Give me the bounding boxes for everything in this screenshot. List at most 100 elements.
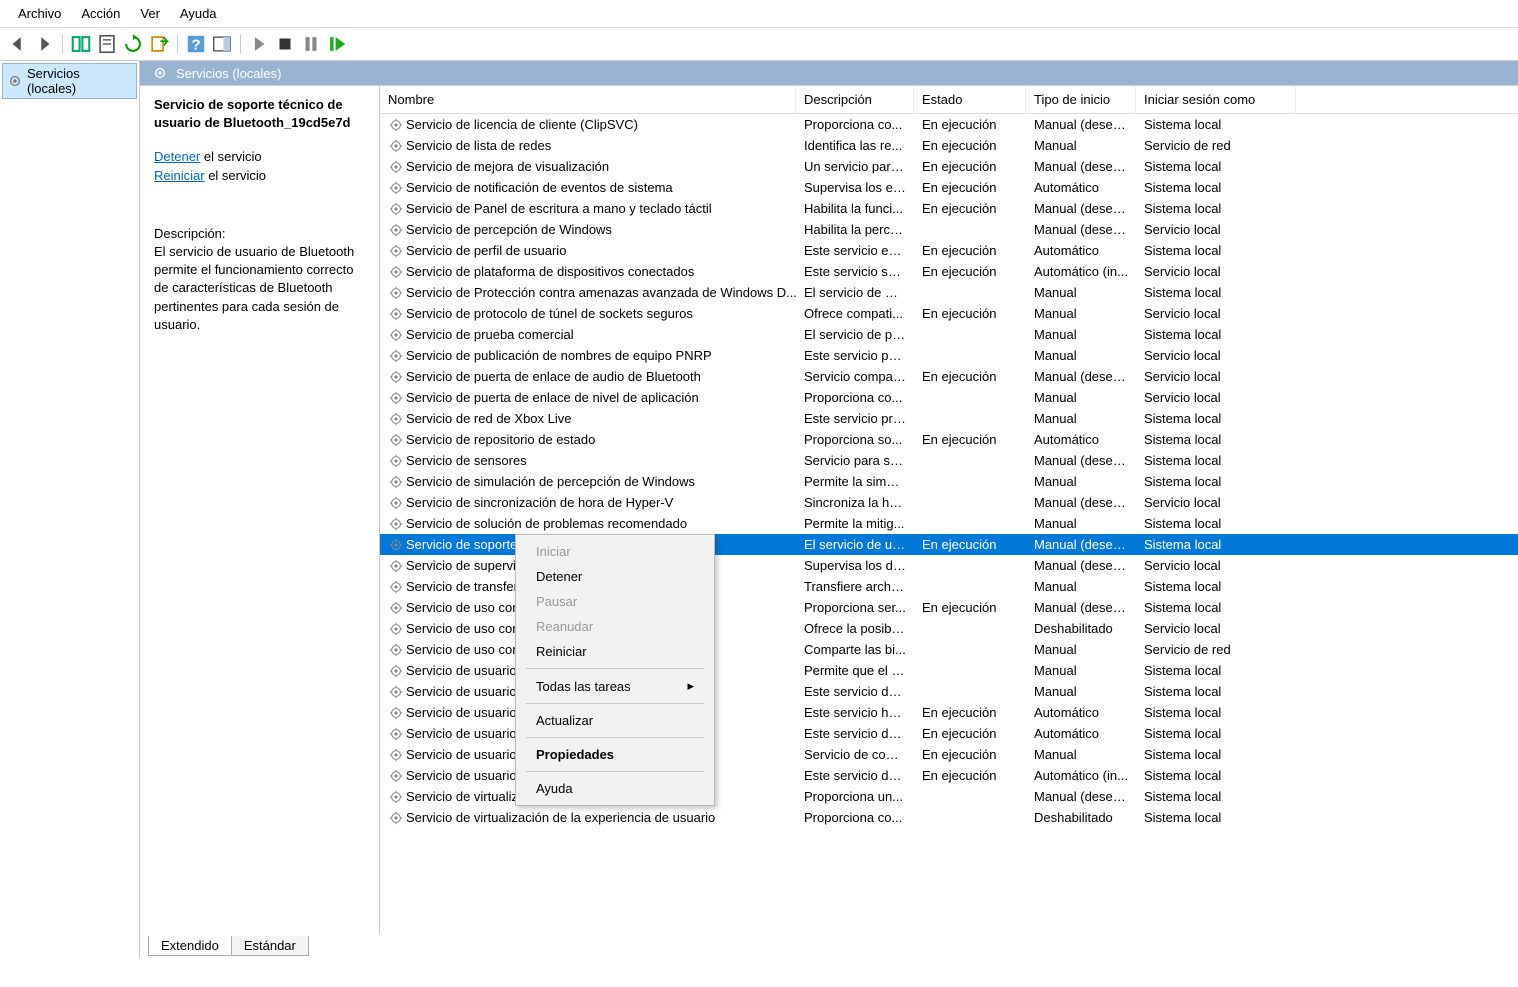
table-row[interactable]: Servicio de protocolo de túnel de socket… bbox=[380, 303, 1518, 324]
table-row[interactable]: Servicio de puerta de enlace de audio de… bbox=[380, 366, 1518, 387]
ctx-restart[interactable]: Reiniciar bbox=[516, 639, 714, 664]
help-button[interactable]: ? bbox=[184, 32, 208, 56]
menu-bar: Archivo Acción Ver Ayuda bbox=[0, 0, 1518, 28]
ctx-separator bbox=[526, 703, 704, 704]
service-icon bbox=[388, 726, 404, 742]
table-row[interactable]: Servicio de licencia de cliente (ClipSVC… bbox=[380, 114, 1518, 135]
ctx-help[interactable]: Ayuda bbox=[516, 776, 714, 801]
cell-logon: Sistema local bbox=[1136, 410, 1296, 427]
table-row[interactable]: Servicio de plataforma de dispositivos c… bbox=[380, 261, 1518, 282]
col-name[interactable]: Nombre bbox=[380, 86, 796, 113]
table-row[interactable]: Servicio de prueba comercialEl servicio … bbox=[380, 324, 1518, 345]
table-row[interactable]: Servicio de mejora de visualizaciónUn se… bbox=[380, 156, 1518, 177]
export-button[interactable] bbox=[147, 32, 171, 56]
service-icon bbox=[388, 600, 404, 616]
col-logon[interactable]: Iniciar sesión como bbox=[1136, 86, 1296, 113]
cell-startup: Manual (desen... bbox=[1026, 221, 1136, 238]
nav-services-local[interactable]: Servicios (locales) bbox=[2, 63, 137, 99]
col-status[interactable]: Estado bbox=[914, 86, 1026, 113]
services-grid[interactable]: Nombre Descripción Estado Tipo de inicio… bbox=[380, 86, 1518, 934]
table-row[interactable]: Servicio de perfil de usuarioEste servic… bbox=[380, 240, 1518, 261]
separator bbox=[240, 34, 241, 54]
cell-logon: Sistema local bbox=[1136, 242, 1296, 259]
menu-help[interactable]: Ayuda bbox=[170, 4, 227, 23]
back-button[interactable] bbox=[6, 32, 30, 56]
service-icon bbox=[388, 285, 404, 301]
table-row[interactable]: Servicio de sensoresServicio para se...M… bbox=[380, 450, 1518, 471]
service-icon bbox=[388, 180, 404, 196]
table-row[interactable]: Servicio de virtualización de la experie… bbox=[380, 807, 1518, 828]
cell-logon: Sistema local bbox=[1136, 809, 1296, 826]
table-row[interactable]: Servicio de simulación de percepción de … bbox=[380, 471, 1518, 492]
cell-logon: Sistema local bbox=[1136, 473, 1296, 490]
table-row[interactable]: Servicio de Panel de escritura a mano y … bbox=[380, 198, 1518, 219]
col-desc[interactable]: Descripción bbox=[796, 86, 914, 113]
menu-action[interactable]: Acción bbox=[71, 4, 130, 23]
menu-file[interactable]: Archivo bbox=[8, 4, 71, 23]
show-action-pane-button[interactable] bbox=[210, 32, 234, 56]
cell-startup: Automático bbox=[1026, 725, 1136, 742]
cell-name: Servicio de usuario bbox=[406, 768, 517, 783]
cell-status: En ejecución bbox=[914, 179, 1026, 196]
cell-logon: Sistema local bbox=[1136, 599, 1296, 616]
cell-desc: Este servicio pre... bbox=[796, 410, 914, 427]
detail-restart-link[interactable]: Reiniciar bbox=[154, 168, 205, 183]
table-row[interactable]: Servicio de sincronización de hora de Hy… bbox=[380, 492, 1518, 513]
show-hide-tree-button[interactable] bbox=[69, 32, 93, 56]
cell-startup: Automático bbox=[1026, 704, 1136, 721]
ctx-pause[interactable]: Pausar bbox=[516, 589, 714, 614]
cell-name: Servicio de red de Xbox Live bbox=[406, 411, 571, 426]
cell-desc: Permite que el s... bbox=[796, 662, 914, 679]
table-row[interactable]: Servicio de publicación de nombres de eq… bbox=[380, 345, 1518, 366]
restart-service-button[interactable] bbox=[325, 32, 349, 56]
detail-stop-link[interactable]: Detener bbox=[154, 149, 200, 164]
cell-status: En ejecución bbox=[914, 368, 1026, 385]
ctx-separator bbox=[526, 771, 704, 772]
cell-logon: Sistema local bbox=[1136, 725, 1296, 742]
cell-startup: Manual bbox=[1026, 347, 1136, 364]
cell-logon: Sistema local bbox=[1136, 179, 1296, 196]
cell-name: Servicio de usuario bbox=[406, 747, 517, 762]
tab-extended[interactable]: Extendido bbox=[148, 936, 232, 956]
table-row[interactable]: Servicio de notificación de eventos de s… bbox=[380, 177, 1518, 198]
stop-service-button[interactable] bbox=[273, 32, 297, 56]
cell-status: En ejecución bbox=[914, 116, 1026, 133]
cell-desc: Un servicio para... bbox=[796, 158, 914, 175]
table-row[interactable]: Servicio de red de Xbox Live Este servici… bbox=[380, 408, 1518, 429]
context-menu: Iniciar Detener Pausar Reanudar Reinicia… bbox=[515, 534, 715, 806]
refresh-button[interactable] bbox=[121, 32, 145, 56]
pause-service-button[interactable] bbox=[299, 32, 323, 56]
cell-name: Servicio de protocolo de túnel de socket… bbox=[406, 306, 693, 321]
table-row[interactable]: Servicio de percepción de WindowsHabilit… bbox=[380, 219, 1518, 240]
table-row[interactable]: Servicio de puerta de enlace de nivel de… bbox=[380, 387, 1518, 408]
cell-logon: Servicio local bbox=[1136, 221, 1296, 238]
cell-startup: Automático (in... bbox=[1026, 767, 1136, 784]
properties-button[interactable] bbox=[95, 32, 119, 56]
cell-name: Servicio de supervis bbox=[406, 558, 522, 573]
table-row[interactable]: Servicio de repositorio de estadoProporc… bbox=[380, 429, 1518, 450]
ctx-start[interactable]: Iniciar bbox=[516, 539, 714, 564]
cell-startup: Manual bbox=[1026, 641, 1136, 658]
ctx-all-tasks[interactable]: Todas las tareas▸ bbox=[516, 673, 714, 699]
start-service-button[interactable] bbox=[247, 32, 271, 56]
tab-standard[interactable]: Estándar bbox=[231, 936, 309, 956]
ctx-refresh[interactable]: Actualizar bbox=[516, 708, 714, 733]
cell-name: Servicio de percepción de Windows bbox=[406, 222, 612, 237]
col-startup[interactable]: Tipo de inicio bbox=[1026, 86, 1136, 113]
ctx-properties[interactable]: Propiedades bbox=[516, 742, 714, 767]
table-row[interactable]: Servicio de lista de redesIdentifica las… bbox=[380, 135, 1518, 156]
cell-status: En ejecución bbox=[914, 263, 1026, 280]
cell-startup: Manual bbox=[1026, 137, 1136, 154]
cell-status bbox=[914, 649, 1026, 651]
forward-button[interactable] bbox=[32, 32, 56, 56]
cell-startup: Automático bbox=[1026, 179, 1136, 196]
cell-startup: Manual bbox=[1026, 284, 1136, 301]
ctx-resume[interactable]: Reanudar bbox=[516, 614, 714, 639]
cell-desc: Comparte las bi... bbox=[796, 641, 914, 658]
cell-status bbox=[914, 481, 1026, 483]
menu-view[interactable]: Ver bbox=[130, 4, 170, 23]
table-row[interactable]: Servicio de Protección contra amenazas a… bbox=[380, 282, 1518, 303]
ctx-stop[interactable]: Detener bbox=[516, 564, 714, 589]
cell-status: En ejecución bbox=[914, 158, 1026, 175]
table-row[interactable]: Servicio de solución de problemas recome… bbox=[380, 513, 1518, 534]
